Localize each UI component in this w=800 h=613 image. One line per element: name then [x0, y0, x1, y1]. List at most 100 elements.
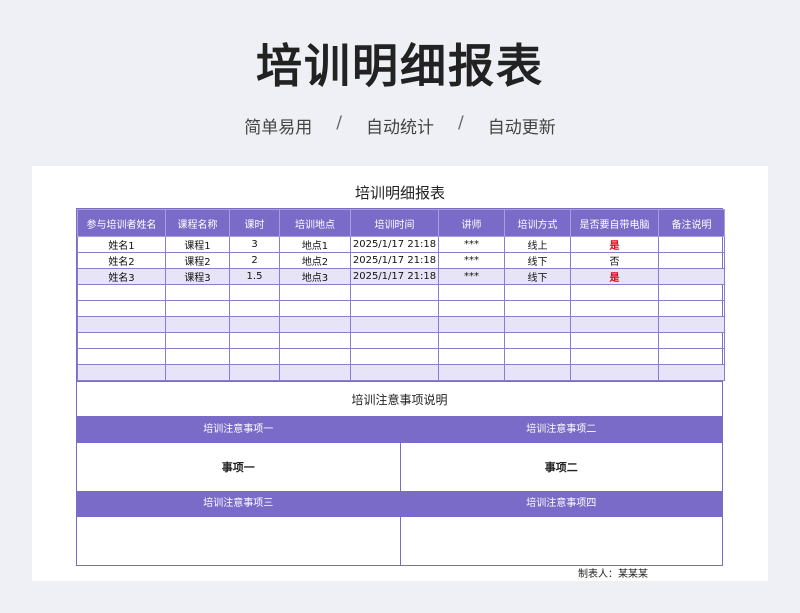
table-cell[interactable]: 1.5 [229, 268, 280, 285]
note-card: 培训注意事项四 [399, 491, 722, 565]
table-cell[interactable] [658, 364, 725, 381]
table-cell[interactable] [570, 284, 659, 301]
table-cell[interactable]: *** [438, 236, 505, 253]
table-cell[interactable] [658, 284, 725, 301]
table-cell[interactable] [77, 364, 166, 381]
sheet-title: 培训明细报表 [354, 184, 445, 202]
table-cell[interactable] [438, 316, 505, 333]
table-cell[interactable] [165, 364, 230, 381]
table-cell[interactable] [279, 284, 351, 301]
table-cell[interactable] [504, 332, 571, 349]
table-cell[interactable]: 线下 [504, 268, 571, 285]
table-cell[interactable] [658, 236, 725, 253]
table-cell[interactable] [350, 316, 439, 333]
table-cell[interactable] [350, 300, 439, 317]
tagline-separator: / [458, 113, 464, 133]
column-header: 参与培训者姓名 [77, 209, 166, 237]
table-cell[interactable] [504, 348, 571, 365]
table-cell[interactable]: 课程2 [165, 252, 230, 269]
table-cell[interactable] [350, 284, 439, 301]
table-cell[interactable] [504, 316, 571, 333]
tagline-separator: / [336, 113, 342, 133]
table-cell[interactable] [279, 316, 351, 333]
table-cell[interactable] [229, 316, 280, 333]
table-cell[interactable] [279, 364, 351, 381]
table-cell[interactable] [570, 316, 659, 333]
table-cell[interactable] [570, 364, 659, 381]
table-cell[interactable] [279, 348, 351, 365]
note-body[interactable] [77, 517, 400, 565]
table-cell[interactable] [165, 332, 230, 349]
note-head: 培训注意事项四 [400, 491, 722, 517]
table-cell[interactable]: 2025/1/17 21:18 [350, 268, 439, 285]
table-cell[interactable] [570, 348, 659, 365]
table-cell[interactable]: *** [438, 252, 505, 269]
table-cell[interactable] [438, 284, 505, 301]
table-cell[interactable] [658, 268, 725, 285]
table-cell[interactable] [658, 300, 725, 317]
table-cell[interactable] [504, 300, 571, 317]
table-cell[interactable] [350, 364, 439, 381]
note-head: 培训注意事项三 [77, 491, 400, 517]
table-cell[interactable] [658, 332, 725, 349]
table-cell[interactable] [165, 284, 230, 301]
table-row [77, 284, 725, 301]
table-cell[interactable] [165, 348, 230, 365]
table-cell[interactable] [570, 332, 659, 349]
table-cell[interactable]: 3 [229, 236, 280, 253]
table-cell[interactable]: 地点1 [279, 236, 351, 253]
note-body[interactable] [400, 517, 722, 565]
table-row: 姓名2 课程2 2 地点2 2025/1/17 21:18 *** 线下否 [77, 252, 725, 269]
table-cell[interactable]: 是 [570, 268, 659, 285]
table-cell[interactable] [504, 284, 571, 301]
table-cell[interactable]: 2 [229, 252, 280, 269]
table-cell[interactable] [229, 300, 280, 317]
table-cell[interactable]: *** [438, 268, 505, 285]
table-cell[interactable]: 地点3 [279, 268, 351, 285]
table-cell[interactable]: 地点2 [279, 252, 351, 269]
table-cell[interactable]: 姓名1 [77, 236, 166, 253]
table-cell[interactable] [77, 348, 166, 365]
table-cell[interactable] [229, 284, 280, 301]
table-cell[interactable] [279, 300, 351, 317]
table-cell[interactable]: 课程1 [165, 236, 230, 253]
notes-row-2: 培训注意事项三 培训注意事项四 [77, 491, 722, 565]
table-cell[interactable] [438, 348, 505, 365]
table-cell[interactable] [229, 364, 280, 381]
table-cell[interactable] [658, 252, 725, 269]
note-card: 培训注意事项三 [77, 491, 400, 565]
table-cell[interactable] [658, 316, 725, 333]
table-cell[interactable]: 线下 [504, 252, 571, 269]
table-cell[interactable] [504, 364, 571, 381]
table-cell[interactable] [438, 300, 505, 317]
table-cell[interactable] [279, 332, 351, 349]
table-cell[interactable]: 姓名3 [77, 268, 166, 285]
table-cell[interactable] [350, 348, 439, 365]
table-cell[interactable]: 2025/1/17 21:18 [350, 236, 439, 253]
table-cell[interactable] [77, 300, 166, 317]
table-cell[interactable] [229, 332, 280, 349]
note-body[interactable]: 事项二 [400, 443, 722, 491]
table-cell[interactable] [165, 316, 230, 333]
table-cell[interactable] [77, 332, 166, 349]
table-cell[interactable]: 线上 [504, 236, 571, 253]
column-header: 课时 [229, 209, 280, 237]
table-cell[interactable] [165, 300, 230, 317]
table-cell[interactable] [570, 300, 659, 317]
table-cell[interactable] [77, 284, 166, 301]
table-row [77, 348, 725, 365]
table-cell[interactable] [438, 332, 505, 349]
table-cell[interactable]: 否 [570, 252, 659, 269]
table-cell[interactable]: 课程3 [165, 268, 230, 285]
report-sheet: 培训明细报表 参与培训者姓名 课程名称 课时 培训地点 培训时间 讲师 培训方式 是否要自带电… [32, 166, 768, 581]
table-cell[interactable]: 2025/1/17 21:18 [350, 252, 439, 269]
table-cell[interactable] [229, 348, 280, 365]
note-body[interactable]: 事项一 [77, 443, 400, 491]
table-cell[interactable] [658, 348, 725, 365]
table-cell[interactable] [350, 332, 439, 349]
table-cell[interactable] [438, 364, 505, 381]
training-table: 参与培训者姓名 课程名称 课时 培训地点 培训时间 讲师 培训方式 是否要自带电脑 备注说明 姓… [77, 209, 725, 381]
table-cell[interactable]: 是 [570, 236, 659, 253]
table-cell[interactable] [77, 316, 166, 333]
table-cell[interactable]: 姓名2 [77, 252, 166, 269]
